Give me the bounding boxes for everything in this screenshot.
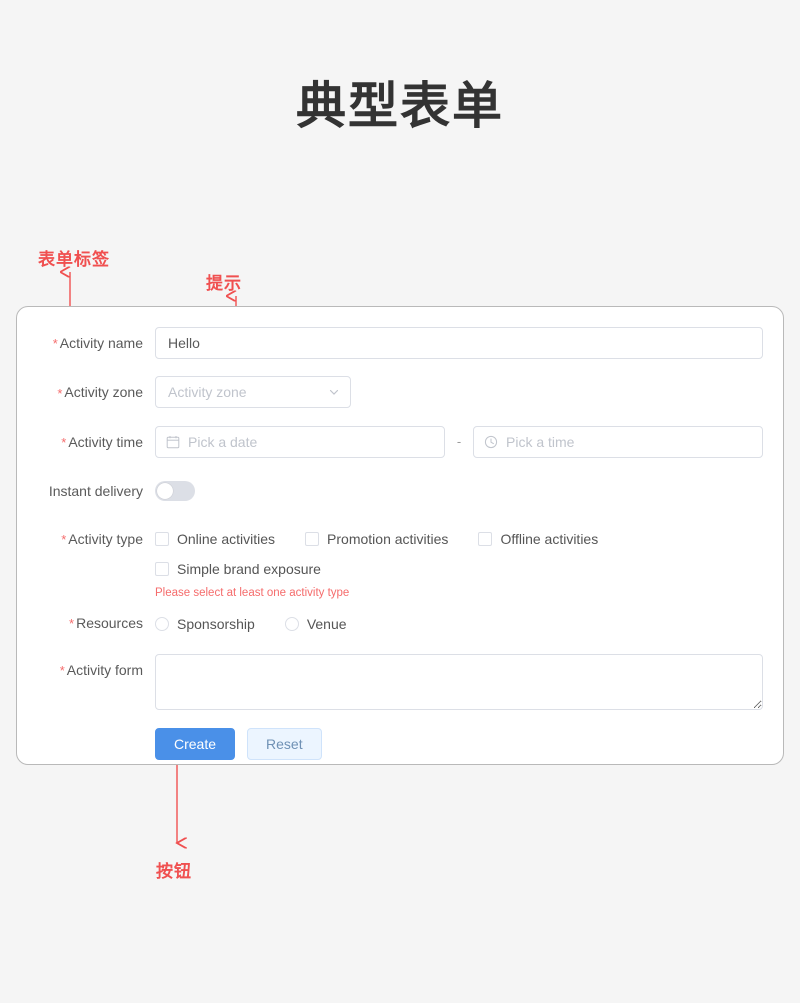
radio-circle xyxy=(284,616,299,631)
time-range-separator: - xyxy=(456,434,462,450)
label-resources-text: Resources xyxy=(76,614,143,631)
label-activity-time-text: Activity time xyxy=(68,433,143,450)
checkbox-box xyxy=(478,531,493,546)
activity-date-placeholder: Pick a date xyxy=(188,433,258,450)
activity-time-placeholder: Pick a time xyxy=(506,433,575,450)
reset-button[interactable]: Reset xyxy=(247,728,322,761)
control-activity-zone: Activity zone xyxy=(155,376,763,409)
calendar-icon xyxy=(166,435,180,448)
label-activity-zone: * Activity zone xyxy=(37,376,155,409)
radio-sponsorship[interactable]: Sponsorship xyxy=(155,614,255,634)
checkbox-simple-brand-exposure[interactable]: Simple brand exposure xyxy=(155,559,321,579)
activity-zone-select-value: Activity zone xyxy=(168,384,247,401)
checkbox-offline-activities[interactable]: Offline activities xyxy=(478,529,598,549)
control-instant-delivery xyxy=(155,475,763,506)
activity-form-textarea[interactable] xyxy=(155,654,763,711)
label-instant-delivery: Instant delivery xyxy=(48,482,143,499)
control-resources: Sponsorship Venue xyxy=(155,607,763,634)
form-row-activity-time: * Activity time Pick a date - Pick a tim… xyxy=(37,425,763,459)
activity-type-checkbox-group-row1: Online activities Promotion activities O… xyxy=(155,523,763,549)
radio-circle xyxy=(155,616,169,631)
checkbox-box xyxy=(155,561,169,576)
required-star-icon: * xyxy=(57,385,63,401)
checkbox-box xyxy=(305,531,320,546)
activity-time-picker[interactable]: Pick a time xyxy=(473,425,763,458)
control-activity-time: Pick a date - Pick a time xyxy=(155,425,763,458)
label-activity-type: * Activity type xyxy=(37,523,155,556)
radio-venue[interactable]: Venue xyxy=(284,614,347,634)
label-activity-name-text: Activity name xyxy=(59,335,143,351)
label-activity-type-text: Activity type xyxy=(68,530,143,547)
checkbox-box xyxy=(155,531,169,546)
required-star-icon: * xyxy=(61,434,67,450)
activity-type-checkbox-group-row2: Simple brand exposure xyxy=(155,549,763,579)
clock-icon xyxy=(484,435,498,448)
activity-zone-select[interactable]: Activity zone xyxy=(155,376,351,409)
required-star-icon: * xyxy=(59,663,65,679)
label-resources: * Resources xyxy=(37,607,155,640)
form-row-actions: Create Reset xyxy=(37,726,763,761)
label-activity-zone-text: Activity zone xyxy=(64,384,143,401)
checkbox-label: Promotion activities xyxy=(327,530,449,547)
form-row-activity-name: * Activity name xyxy=(37,327,763,360)
activity-date-picker[interactable]: Pick a date xyxy=(155,425,445,458)
checkbox-label: Simple brand exposure xyxy=(177,560,321,577)
radio-label: Venue xyxy=(306,615,347,632)
checkbox-label: Offline activities xyxy=(500,530,599,547)
activity-type-error-message: Please select at least one activity type xyxy=(155,586,350,599)
annotation-hint: 提示 xyxy=(206,274,242,293)
checkbox-online-activities[interactable]: Online activities xyxy=(155,529,275,549)
required-star-icon: * xyxy=(61,532,67,548)
toggle-knob xyxy=(157,482,173,499)
radio-label: Sponsorship xyxy=(177,615,255,632)
label-activity-form: * Activity form xyxy=(37,654,155,687)
annotation-button: 按钮 xyxy=(156,862,192,881)
chevron-down-icon xyxy=(329,390,339,396)
instant-delivery-toggle[interactable] xyxy=(155,480,195,501)
checkbox-promotion-activities[interactable]: Promotion activities xyxy=(305,529,448,549)
control-activity-name xyxy=(155,327,763,359)
label-activity-name: * Activity name xyxy=(37,327,155,360)
required-star-icon: * xyxy=(52,336,58,352)
create-button[interactable]: Create xyxy=(155,728,236,761)
control-activity-form xyxy=(155,654,763,711)
form-row-activity-zone: * Activity zone Activity zone xyxy=(37,376,763,409)
resources-radio-group: Sponsorship Venue xyxy=(155,607,763,634)
control-actions: Create Reset xyxy=(155,726,763,761)
form-row-resources: * Resources Sponsorship Venue xyxy=(37,607,763,640)
required-star-icon: * xyxy=(69,616,75,632)
annotation-form-label: 表单标签 xyxy=(38,250,110,269)
form-row-instant-delivery: Instant delivery xyxy=(37,475,763,507)
activity-name-input[interactable] xyxy=(155,327,763,359)
form-row-activity-form: * Activity form xyxy=(37,654,763,711)
control-activity-type: Online activities Promotion activities O… xyxy=(155,523,763,601)
checkbox-label: Online activities xyxy=(177,530,276,547)
label-activity-time: * Activity time xyxy=(37,426,155,459)
page-title: 典型表单 xyxy=(296,78,504,134)
label-activity-form-text: Activity form xyxy=(66,662,143,679)
form-row-activity-type: * Activity type Online activities Promoti… xyxy=(37,523,763,601)
form-card: *Activity name *Activity zone Activity z… xyxy=(16,306,784,765)
form-body: *Activity name *Activity zone Activity z… xyxy=(17,307,783,778)
